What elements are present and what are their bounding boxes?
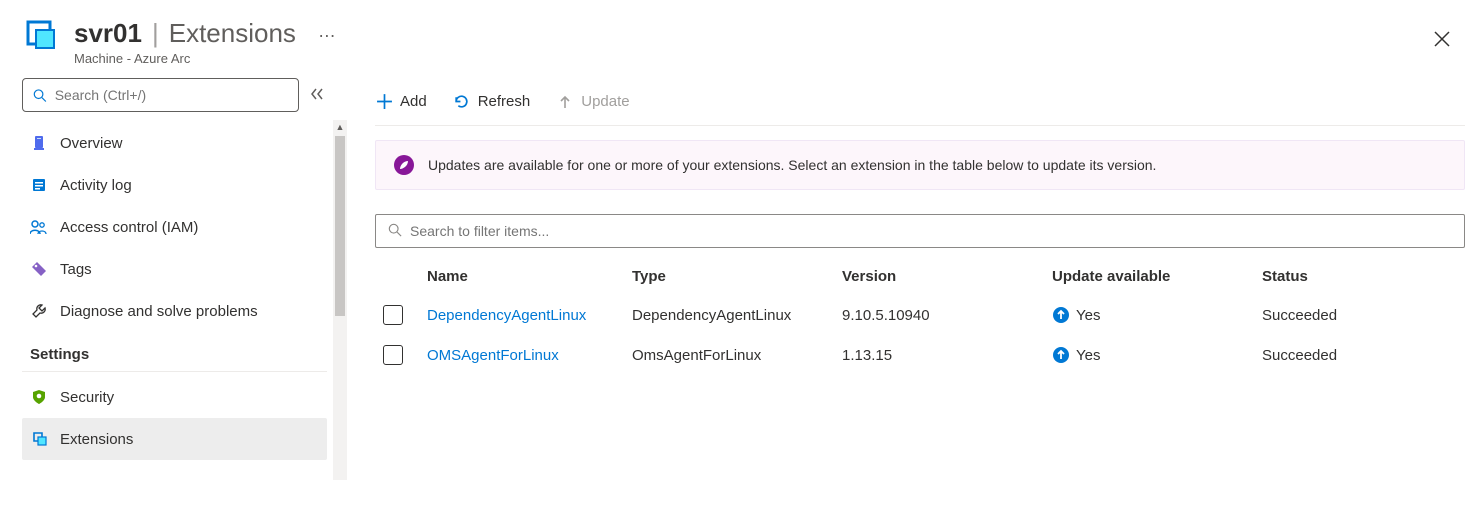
col-header-update[interactable]: Update available xyxy=(1044,254,1254,295)
col-header-version[interactable]: Version xyxy=(834,254,1044,295)
blade-title: Extensions xyxy=(169,18,296,49)
table-row[interactable]: DependencyAgentLinux DependencyAgentLinu… xyxy=(375,295,1465,335)
upload-icon xyxy=(556,93,574,111)
access-control-icon xyxy=(30,218,48,236)
sidebar-item-overview[interactable]: Overview xyxy=(22,122,327,164)
col-header-type[interactable]: Type xyxy=(624,254,834,295)
extension-status: Succeeded xyxy=(1254,295,1465,335)
sidebar-search-input[interactable] xyxy=(55,87,288,103)
sidebar-group-settings: Settings xyxy=(22,332,327,372)
extension-name-link[interactable]: DependencyAgentLinux xyxy=(427,307,586,324)
update-available-icon xyxy=(1052,306,1070,324)
more-actions-button[interactable]: … xyxy=(318,21,338,46)
extensions-table: Name Type Version Update available Statu… xyxy=(375,254,1465,375)
add-button[interactable]: Add xyxy=(375,93,427,111)
sidebar-item-label: Extensions xyxy=(60,431,133,448)
sidebar-item-label: Tags xyxy=(60,261,92,278)
sidebar-scrollbar[interactable]: ▲ xyxy=(333,120,347,480)
extension-name-link[interactable]: OMSAgentForLinux xyxy=(427,347,559,364)
update-available-icon xyxy=(1052,346,1070,364)
filter-input[interactable] xyxy=(410,223,1452,239)
table-row[interactable]: OMSAgentForLinux OmsAgentForLinux 1.13.1… xyxy=(375,335,1465,375)
page-header: svr01 | Extensions … Machine - Azure Arc xyxy=(0,0,1479,78)
filter-box[interactable] xyxy=(375,214,1465,248)
sidebar-item-tags[interactable]: Tags xyxy=(22,248,327,290)
sidebar-item-label: Overview xyxy=(60,135,123,152)
scroll-up-arrow[interactable]: ▲ xyxy=(333,120,347,134)
sidebar-nav: Overview Activity log Access control (IA… xyxy=(22,122,327,460)
update-available-value: Yes xyxy=(1076,347,1100,364)
shield-icon xyxy=(30,388,48,406)
sidebar-item-label: Access control (IAM) xyxy=(60,219,198,236)
sidebar-item-label: Diagnose and solve problems xyxy=(60,303,258,320)
info-banner: Updates are available for one or more of… xyxy=(375,140,1465,190)
update-available-value: Yes xyxy=(1076,307,1100,324)
extension-version: 1.13.15 xyxy=(834,335,1044,375)
scrollbar-thumb[interactable] xyxy=(335,136,345,316)
row-checkbox[interactable] xyxy=(383,305,403,325)
tag-icon xyxy=(30,260,48,278)
resource-type-icon xyxy=(22,18,60,56)
row-checkbox[interactable] xyxy=(383,345,403,365)
table-header-row: Name Type Version Update available Statu… xyxy=(375,254,1465,295)
main-content: Add Refresh Update Updates are available… xyxy=(345,78,1479,504)
title-separator: | xyxy=(152,18,159,49)
refresh-button-label: Refresh xyxy=(478,93,531,110)
wrench-icon xyxy=(30,302,48,320)
collapse-sidebar-button[interactable] xyxy=(307,87,327,104)
extension-type: OmsAgentForLinux xyxy=(624,335,834,375)
rocket-icon xyxy=(394,155,414,175)
server-icon xyxy=(30,134,48,152)
banner-text: Updates are available for one or more of… xyxy=(428,157,1156,173)
sidebar-item-access-control[interactable]: Access control (IAM) xyxy=(22,206,327,248)
add-button-label: Add xyxy=(400,93,427,110)
sidebar-item-activity-log[interactable]: Activity log xyxy=(22,164,327,206)
refresh-button[interactable]: Refresh xyxy=(453,93,531,111)
sidebar-item-label: Security xyxy=(60,389,114,406)
resource-subtitle: Machine - Azure Arc xyxy=(74,51,338,66)
sidebar-item-security[interactable]: Security xyxy=(22,376,327,418)
sidebar-item-extensions[interactable]: Extensions xyxy=(22,418,327,460)
sidebar: Overview Activity log Access control (IA… xyxy=(0,78,345,504)
plus-icon xyxy=(375,93,393,111)
update-button-label: Update xyxy=(581,93,629,110)
col-header-name[interactable]: Name xyxy=(419,254,624,295)
sidebar-item-diagnose[interactable]: Diagnose and solve problems xyxy=(22,290,327,332)
extension-status: Succeeded xyxy=(1254,335,1465,375)
activity-log-icon xyxy=(30,176,48,194)
command-bar: Add Refresh Update xyxy=(375,78,1465,126)
col-header-status[interactable]: Status xyxy=(1254,254,1465,295)
search-icon xyxy=(388,223,402,240)
extension-icon xyxy=(30,430,48,448)
update-button: Update xyxy=(556,93,629,111)
extension-version: 9.10.5.10940 xyxy=(834,295,1044,335)
close-button[interactable] xyxy=(1433,28,1451,54)
resource-name: svr01 xyxy=(74,18,142,49)
sidebar-item-label: Activity log xyxy=(60,177,132,194)
sidebar-search[interactable] xyxy=(22,78,299,112)
extension-type: DependencyAgentLinux xyxy=(624,295,834,335)
refresh-icon xyxy=(453,93,471,111)
